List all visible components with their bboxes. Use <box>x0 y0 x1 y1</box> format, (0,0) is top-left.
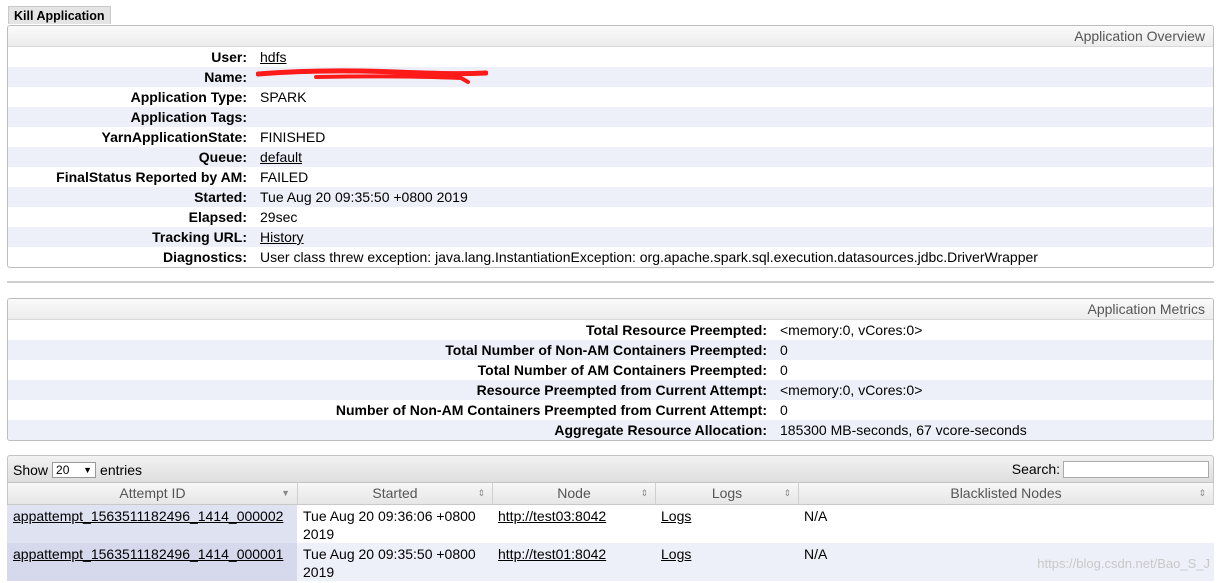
overview-row-name: Name: <box>8 67 1213 87</box>
sort-icon: ⇕ <box>477 488 485 498</box>
metric-value: 185300 MB-seconds, 67 vcore-seconds <box>780 422 1027 438</box>
metric-value: <memory:0, vCores:0> <box>780 382 923 398</box>
overview-row-final-status: FinalStatus Reported by AM: FAILED <box>8 167 1213 187</box>
sort-icon: ⇕ <box>640 488 648 498</box>
queue-link[interactable]: default <box>260 149 302 165</box>
metric-value: <memory:0, vCores:0> <box>780 322 923 338</box>
metrics-row: Total Number of Non-AM Containers Preemp… <box>8 340 1213 360</box>
kill-application-button[interactable]: Kill Application <box>8 6 111 24</box>
page-size-select[interactable]: 20 ▼ <box>52 462 97 478</box>
queue-label: Queue: <box>198 149 247 165</box>
application-tags-label: Application Tags: <box>130 109 247 125</box>
yarn-state-value: FINISHED <box>260 129 326 145</box>
attempts-toolbar: Show 20 ▼ entries Search: <box>7 455 1214 483</box>
column-header-node[interactable]: Node ⇕ <box>493 483 656 504</box>
overview-row-user: User: hdfs <box>8 47 1213 67</box>
user-label: User: <box>211 49 247 65</box>
overview-title: Application Overview <box>8 26 1213 47</box>
diagnostics-value: User class threw exception: java.lang.In… <box>260 249 1038 265</box>
search-input[interactable] <box>1063 460 1209 478</box>
final-status-value: FAILED <box>260 169 309 185</box>
metric-label: Resource Preempted from Current Attempt: <box>476 382 767 398</box>
diagnostics-label: Diagnostics: <box>162 249 247 265</box>
application-type-value: SPARK <box>260 89 307 105</box>
logs-link[interactable]: Logs <box>661 508 691 524</box>
user-link[interactable]: hdfs <box>260 49 286 65</box>
metrics-title: Application Metrics <box>8 299 1213 320</box>
final-status-label: FinalStatus Reported by AM: <box>56 169 247 185</box>
section-divider <box>7 281 1214 283</box>
overview-row-queue: Queue: default <box>8 147 1213 167</box>
yarn-state-label: YarnApplicationState: <box>101 129 247 145</box>
node-link[interactable]: http://test03:8042 <box>498 508 606 524</box>
logs-link[interactable]: Logs <box>661 546 691 562</box>
sort-descending-icon: ▼ <box>281 488 290 498</box>
metric-label: Number of Non-AM Containers Preempted fr… <box>335 402 767 418</box>
metric-value: 0 <box>780 342 788 358</box>
application-overview-panel: Application Overview User: hdfs Name: Ap… <box>7 25 1214 268</box>
metric-label: Total Resource Preempted: <box>585 322 767 338</box>
metric-label: Total Number of Non-AM Containers Preemp… <box>445 342 767 358</box>
application-type-label: Application Type: <box>130 89 247 105</box>
metrics-row: Resource Preempted from Current Attempt:… <box>8 380 1213 400</box>
column-header-label: Node <box>557 485 591 501</box>
sort-icon: ⇕ <box>1198 488 1206 498</box>
metric-label: Total Number of AM Containers Preempted: <box>477 362 767 378</box>
search-label: Search: <box>1011 461 1060 477</box>
watermark: https://blog.csdn.net/Bao_S_J <box>1037 556 1210 571</box>
column-header-blacklisted-nodes[interactable]: Blacklisted Nodes ⇕ <box>799 483 1214 504</box>
name-label: Name: <box>204 69 247 85</box>
entries-label: entries <box>100 462 143 478</box>
attempt-started: Tue Aug 20 09:35:50 +0800 2019 <box>303 546 476 580</box>
overview-row-tracking-url: Tracking URL: History <box>8 227 1213 247</box>
overview-row-application-type: Application Type: SPARK <box>8 87 1213 107</box>
attempts-table-header: Attempt ID ▼ Started ⇕ Node ⇕ Logs ⇕ Bla… <box>7 483 1214 505</box>
column-header-label: Started <box>372 485 418 501</box>
overview-row-diagnostics: Diagnostics: User class threw exception:… <box>8 247 1213 267</box>
sort-icon: ⇕ <box>783 488 791 498</box>
table-row: appattempt_1563511182496_1414_000001 Tue… <box>7 543 1214 581</box>
metrics-row: Aggregate Resource Allocation: 185300 MB… <box>8 420 1213 440</box>
page-size-value: 20 <box>56 463 70 477</box>
column-header-label: Attempt ID <box>119 485 186 501</box>
overview-row-yarn-state: YarnApplicationState: FINISHED <box>8 127 1213 147</box>
column-header-started[interactable]: Started ⇕ <box>298 483 493 504</box>
attempts-table-body: appattempt_1563511182496_1414_000002 Tue… <box>7 505 1214 581</box>
show-label: Show <box>13 462 49 478</box>
chevron-down-icon: ▼ <box>83 465 93 475</box>
overview-row-started: Started: Tue Aug 20 09:35:50 +0800 2019 <box>8 187 1213 207</box>
column-header-label: Blacklisted Nodes <box>950 485 1062 501</box>
blacklisted-nodes-value: N/A <box>804 508 828 524</box>
attempt-id-link[interactable]: appattempt_1563511182496_1414_000002 <box>13 508 283 524</box>
started-label: Started: <box>194 189 247 205</box>
search-control: Search: <box>1012 460 1209 478</box>
attempt-id-link[interactable]: appattempt_1563511182496_1414_000001 <box>13 546 283 562</box>
node-link[interactable]: http://test01:8042 <box>498 546 606 562</box>
overview-row-elapsed: Elapsed: 29sec <box>8 207 1213 227</box>
elapsed-label: Elapsed: <box>188 209 247 225</box>
tracking-url-label: Tracking URL: <box>152 229 247 245</box>
application-metrics-panel: Application Metrics Total Resource Preem… <box>7 298 1214 441</box>
column-header-logs[interactable]: Logs ⇕ <box>656 483 799 504</box>
started-value: Tue Aug 20 09:35:50 +0800 2019 <box>260 189 468 205</box>
column-header-label: Logs <box>711 485 743 501</box>
tracking-url-link[interactable]: History <box>260 229 304 245</box>
redaction-scribble <box>256 68 488 84</box>
metric-value: 0 <box>780 402 788 418</box>
metrics-row: Total Number of AM Containers Preempted:… <box>8 360 1213 380</box>
metrics-row: Number of Non-AM Containers Preempted fr… <box>8 400 1213 420</box>
page-size-control: Show 20 ▼ entries <box>13 461 142 479</box>
column-header-attempt-id[interactable]: Attempt ID ▼ <box>8 483 298 504</box>
metric-label: Aggregate Resource Allocation: <box>554 422 767 438</box>
attempt-started: Tue Aug 20 09:36:06 +0800 2019 <box>303 508 476 542</box>
table-row: appattempt_1563511182496_1414_000002 Tue… <box>7 505 1214 543</box>
metric-value: 0 <box>780 362 788 378</box>
elapsed-value: 29sec <box>260 209 298 225</box>
overview-row-application-tags: Application Tags: <box>8 107 1213 127</box>
metrics-row: Total Resource Preempted: <memory:0, vCo… <box>8 320 1213 340</box>
